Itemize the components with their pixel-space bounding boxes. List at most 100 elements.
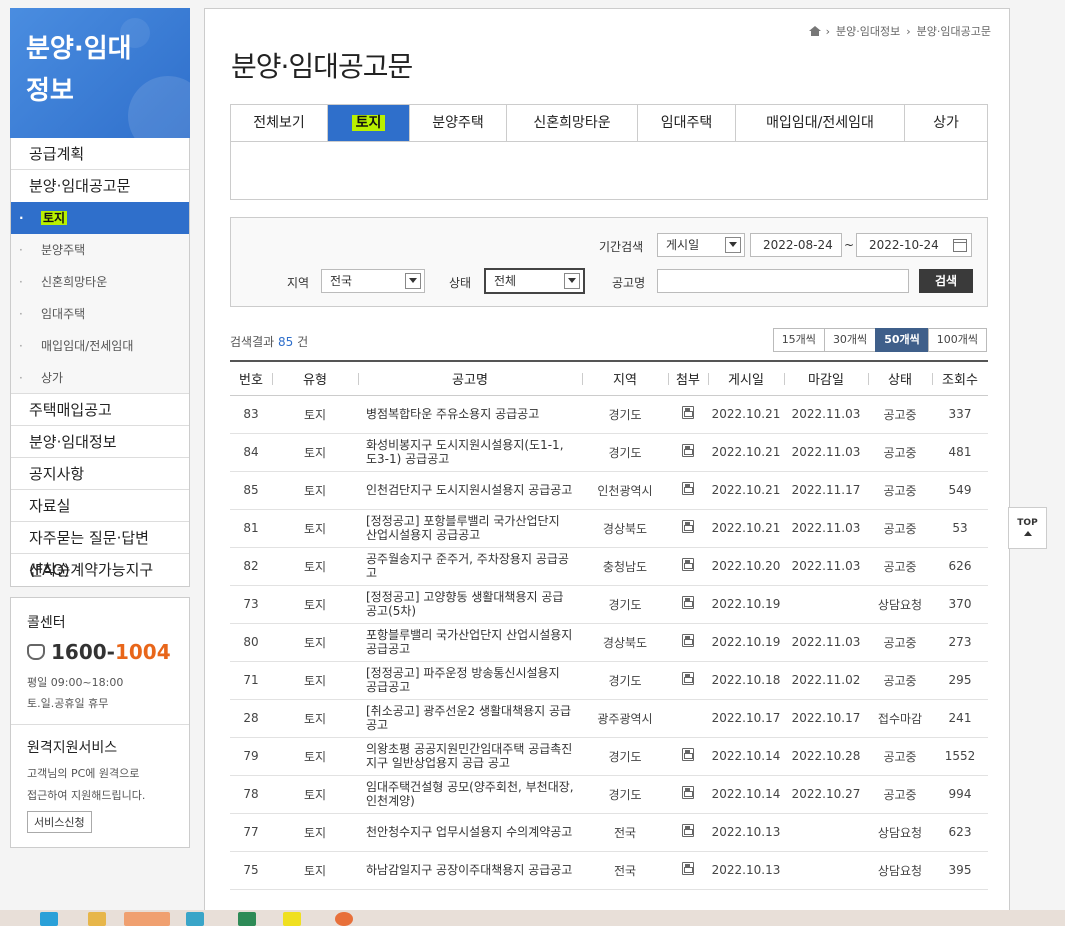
app-icon[interactable] xyxy=(335,912,353,926)
tab-rental-housing[interactable]: 임대주택 xyxy=(638,105,736,141)
row-title[interactable]: 인천검단지구 도시지원시설용지 공급공고 xyxy=(358,471,582,510)
sidebar-item-sale-rent-info[interactable]: 분양·임대정보 xyxy=(11,426,189,458)
row-title[interactable]: [정정공고] 파주운정 방송통신시설용지 공급공고 xyxy=(358,661,582,700)
header-title[interactable]: 공고명 xyxy=(358,361,582,395)
header-type[interactable]: 유형 xyxy=(272,361,358,395)
tab-sale-housing[interactable]: 분양주택 xyxy=(410,105,507,141)
tab-purchase-rent[interactable]: 매입임대/전세임대 xyxy=(736,105,905,141)
header-posted[interactable]: 게시일 xyxy=(708,361,784,395)
row-attach[interactable] xyxy=(668,509,708,548)
calendar-icon[interactable] xyxy=(953,239,967,252)
row-attach[interactable] xyxy=(668,395,708,434)
sidebar-subitem-rental-housing[interactable]: 임대주택 xyxy=(11,298,189,330)
sidebar-item-resources[interactable]: 자료실 xyxy=(11,490,189,522)
row-title[interactable]: 천안청수지구 업무시설용지 수의계약공고 xyxy=(358,813,582,852)
table-row[interactable]: 83 토지 병점복합타운 주유소용지 공급공고 경기도 2022.10.21 2022.1… xyxy=(230,395,988,434)
tab-shop[interactable]: 상가 xyxy=(905,105,987,141)
row-attach[interactable] xyxy=(668,471,708,510)
folder-icon[interactable] xyxy=(88,912,106,926)
header-deadline[interactable]: 마감일 xyxy=(784,361,868,395)
row-attach[interactable] xyxy=(668,547,708,586)
notice-name-input[interactable] xyxy=(657,269,909,293)
attachment-icon[interactable] xyxy=(682,634,694,647)
row-title[interactable]: [정정공고] 포항블루밸리 국가산업단지 산업시설용지 공급공고 xyxy=(358,509,582,548)
home-icon[interactable] xyxy=(808,26,821,36)
row-attach[interactable] xyxy=(668,623,708,662)
table-row[interactable]: 84 토지 화성비봉지구 도시지원시설용지(도1-1,도3-1) 공급공고 경기도 20… xyxy=(230,433,988,472)
table-row[interactable]: 77 토지 천안청수지구 업무시설용지 수의계약공고 전국 2022.10.13 상담요청… xyxy=(230,813,988,852)
app-icon[interactable] xyxy=(238,912,256,926)
search-button[interactable]: 검색 xyxy=(919,269,973,293)
attachment-icon[interactable] xyxy=(682,406,694,419)
tab-newlywed-town[interactable]: 신혼희망타운 xyxy=(507,105,638,141)
row-attach[interactable] xyxy=(668,851,708,890)
row-title[interactable]: 하남감일지구 공장이주대책용지 공급공고 xyxy=(358,851,582,890)
sidebar-subitem-purchase-rent[interactable]: 매입임대/전세임대 xyxy=(11,330,189,362)
attachment-icon[interactable] xyxy=(682,444,694,457)
sidebar-subitem-sale-housing[interactable]: 분양주택 xyxy=(11,234,189,266)
sidebar-subitem-land[interactable]: 토지 xyxy=(11,202,189,234)
row-title[interactable]: [정정공고] 고양향동 생활대책용지 공급공고(5차) xyxy=(358,585,582,624)
sidebar-item-sale-rent-notice[interactable]: 분양·임대공고문 xyxy=(11,170,189,202)
service-request-button[interactable]: 서비스신청 xyxy=(27,811,92,833)
header-attach[interactable]: 첨부 xyxy=(668,361,708,395)
attachment-icon[interactable] xyxy=(682,824,694,837)
period-select[interactable]: 게시일 xyxy=(657,233,745,257)
row-title[interactable]: 공주월송지구 준주거, 주차장용지 공급공고 xyxy=(358,547,582,586)
row-title[interactable]: 포항블루밸리 국가산업단지 산업시설용지 공급공고 xyxy=(358,623,582,662)
taskbar-active-app-icon[interactable] xyxy=(124,912,170,926)
tab-all[interactable]: 전체보기 xyxy=(231,105,328,141)
status-select[interactable]: 전체 xyxy=(484,268,585,294)
attachment-icon[interactable] xyxy=(682,862,694,875)
table-row[interactable]: 71 토지 [정정공고] 파주운정 방송통신시설용지 공급공고 경기도 2022.10.… xyxy=(230,661,988,700)
breadcrumb-item[interactable]: 분양·임대정보 xyxy=(836,23,900,39)
attachment-icon[interactable] xyxy=(682,558,694,571)
app-icon[interactable] xyxy=(186,912,204,926)
sidebar-subitem-shop[interactable]: 상가 xyxy=(11,362,189,394)
row-title[interactable]: 화성비봉지구 도시지원시설용지(도1-1,도3-1) 공급공고 xyxy=(358,433,582,472)
sidebar-item-house-purchase[interactable]: 주택매입공고 xyxy=(11,394,189,426)
attachment-icon[interactable] xyxy=(682,520,694,533)
row-attach[interactable] xyxy=(668,433,708,472)
region-select[interactable]: 전국 xyxy=(321,269,425,293)
breadcrumb-item-current[interactable]: 분양·임대공고문 xyxy=(917,23,991,39)
row-title[interactable]: [취소공고] 광주선운2 생활대책용지 공급공고 xyxy=(358,699,582,738)
sidebar-item-faq[interactable]: 자주묻는 질문·답변(FAQ) xyxy=(11,522,189,579)
table-row[interactable]: 78 토지 임대주택건설형 공모(양주회천, 부천대장, 인천계양) 경기도 2022.… xyxy=(230,775,988,814)
row-title[interactable]: 병점복합타운 주유소용지 공급공고 xyxy=(358,395,582,434)
row-attach[interactable] xyxy=(668,585,708,624)
attachment-icon[interactable] xyxy=(682,748,694,761)
row-title[interactable]: 임대주택건설형 공모(양주회천, 부천대장, 인천계양) xyxy=(358,775,582,814)
app-icon[interactable] xyxy=(283,912,301,926)
sidebar-subitem-newlywed-town[interactable]: 신혼희망타운 xyxy=(11,266,189,298)
page-size-50[interactable]: 50개씩 xyxy=(875,328,929,352)
header-region[interactable]: 지역 xyxy=(582,361,668,395)
date-from-input[interactable]: 2022-08-24 xyxy=(750,233,842,257)
page-size-30[interactable]: 30개씩 xyxy=(823,328,877,352)
table-row[interactable]: 81 토지 [정정공고] 포항블루밸리 국가산업단지 산업시설용지 공급공고 경상북도… xyxy=(230,509,988,548)
table-row[interactable]: 82 토지 공주월송지구 준주거, 주차장용지 공급공고 충청남도 2022.10.20… xyxy=(230,547,988,586)
table-row[interactable]: 73 토지 [정정공고] 고양향동 생활대책용지 공급공고(5차) 경기도 2022.1… xyxy=(230,585,988,624)
attachment-icon[interactable] xyxy=(682,482,694,495)
page-size-100[interactable]: 100개씩 xyxy=(927,328,987,352)
table-row[interactable]: 85 토지 인천검단지구 도시지원시설용지 공급공고 인천광역시 2022.10.21 2… xyxy=(230,471,988,510)
row-title[interactable]: 의왕초평 공공지원민간임대주택 공급촉진지구 일반상업용지 공급 공고 xyxy=(358,737,582,776)
page-size-15[interactable]: 15개씩 xyxy=(772,328,825,352)
table-row[interactable]: 79 토지 의왕초평 공공지원민간임대주택 공급촉진지구 일반상업용지 공급 공고 경… xyxy=(230,737,988,776)
browser-icon[interactable] xyxy=(40,912,58,926)
table-row[interactable]: 80 토지 포항블루밸리 국가산업단지 산업시설용지 공급공고 경상북도 2022.10… xyxy=(230,623,988,662)
table-row[interactable]: 75 토지 하남감일지구 공장이주대책용지 공급공고 전국 2022.10.13 상담요청… xyxy=(230,851,988,890)
date-to-input[interactable]: 2022-10-24 xyxy=(856,233,972,257)
row-attach[interactable] xyxy=(668,813,708,852)
sidebar-item-first-come[interactable]: 선착순계약가능지구 xyxy=(11,554,189,586)
table-row[interactable]: 28 토지 [취소공고] 광주선운2 생활대책용지 공급공고 광주광역시 2022.10… xyxy=(230,699,988,738)
sidebar-item-supply-plan[interactable]: 공급계획 xyxy=(11,138,189,170)
row-attach[interactable] xyxy=(668,661,708,700)
attachment-icon[interactable] xyxy=(682,672,694,685)
row-attach[interactable] xyxy=(668,737,708,776)
header-no[interactable]: 번호 xyxy=(230,361,272,395)
header-status[interactable]: 상태 xyxy=(868,361,932,395)
scroll-top-button[interactable]: TOP xyxy=(1008,507,1047,549)
header-views[interactable]: 조회수 xyxy=(932,361,988,395)
row-attach[interactable] xyxy=(668,775,708,814)
